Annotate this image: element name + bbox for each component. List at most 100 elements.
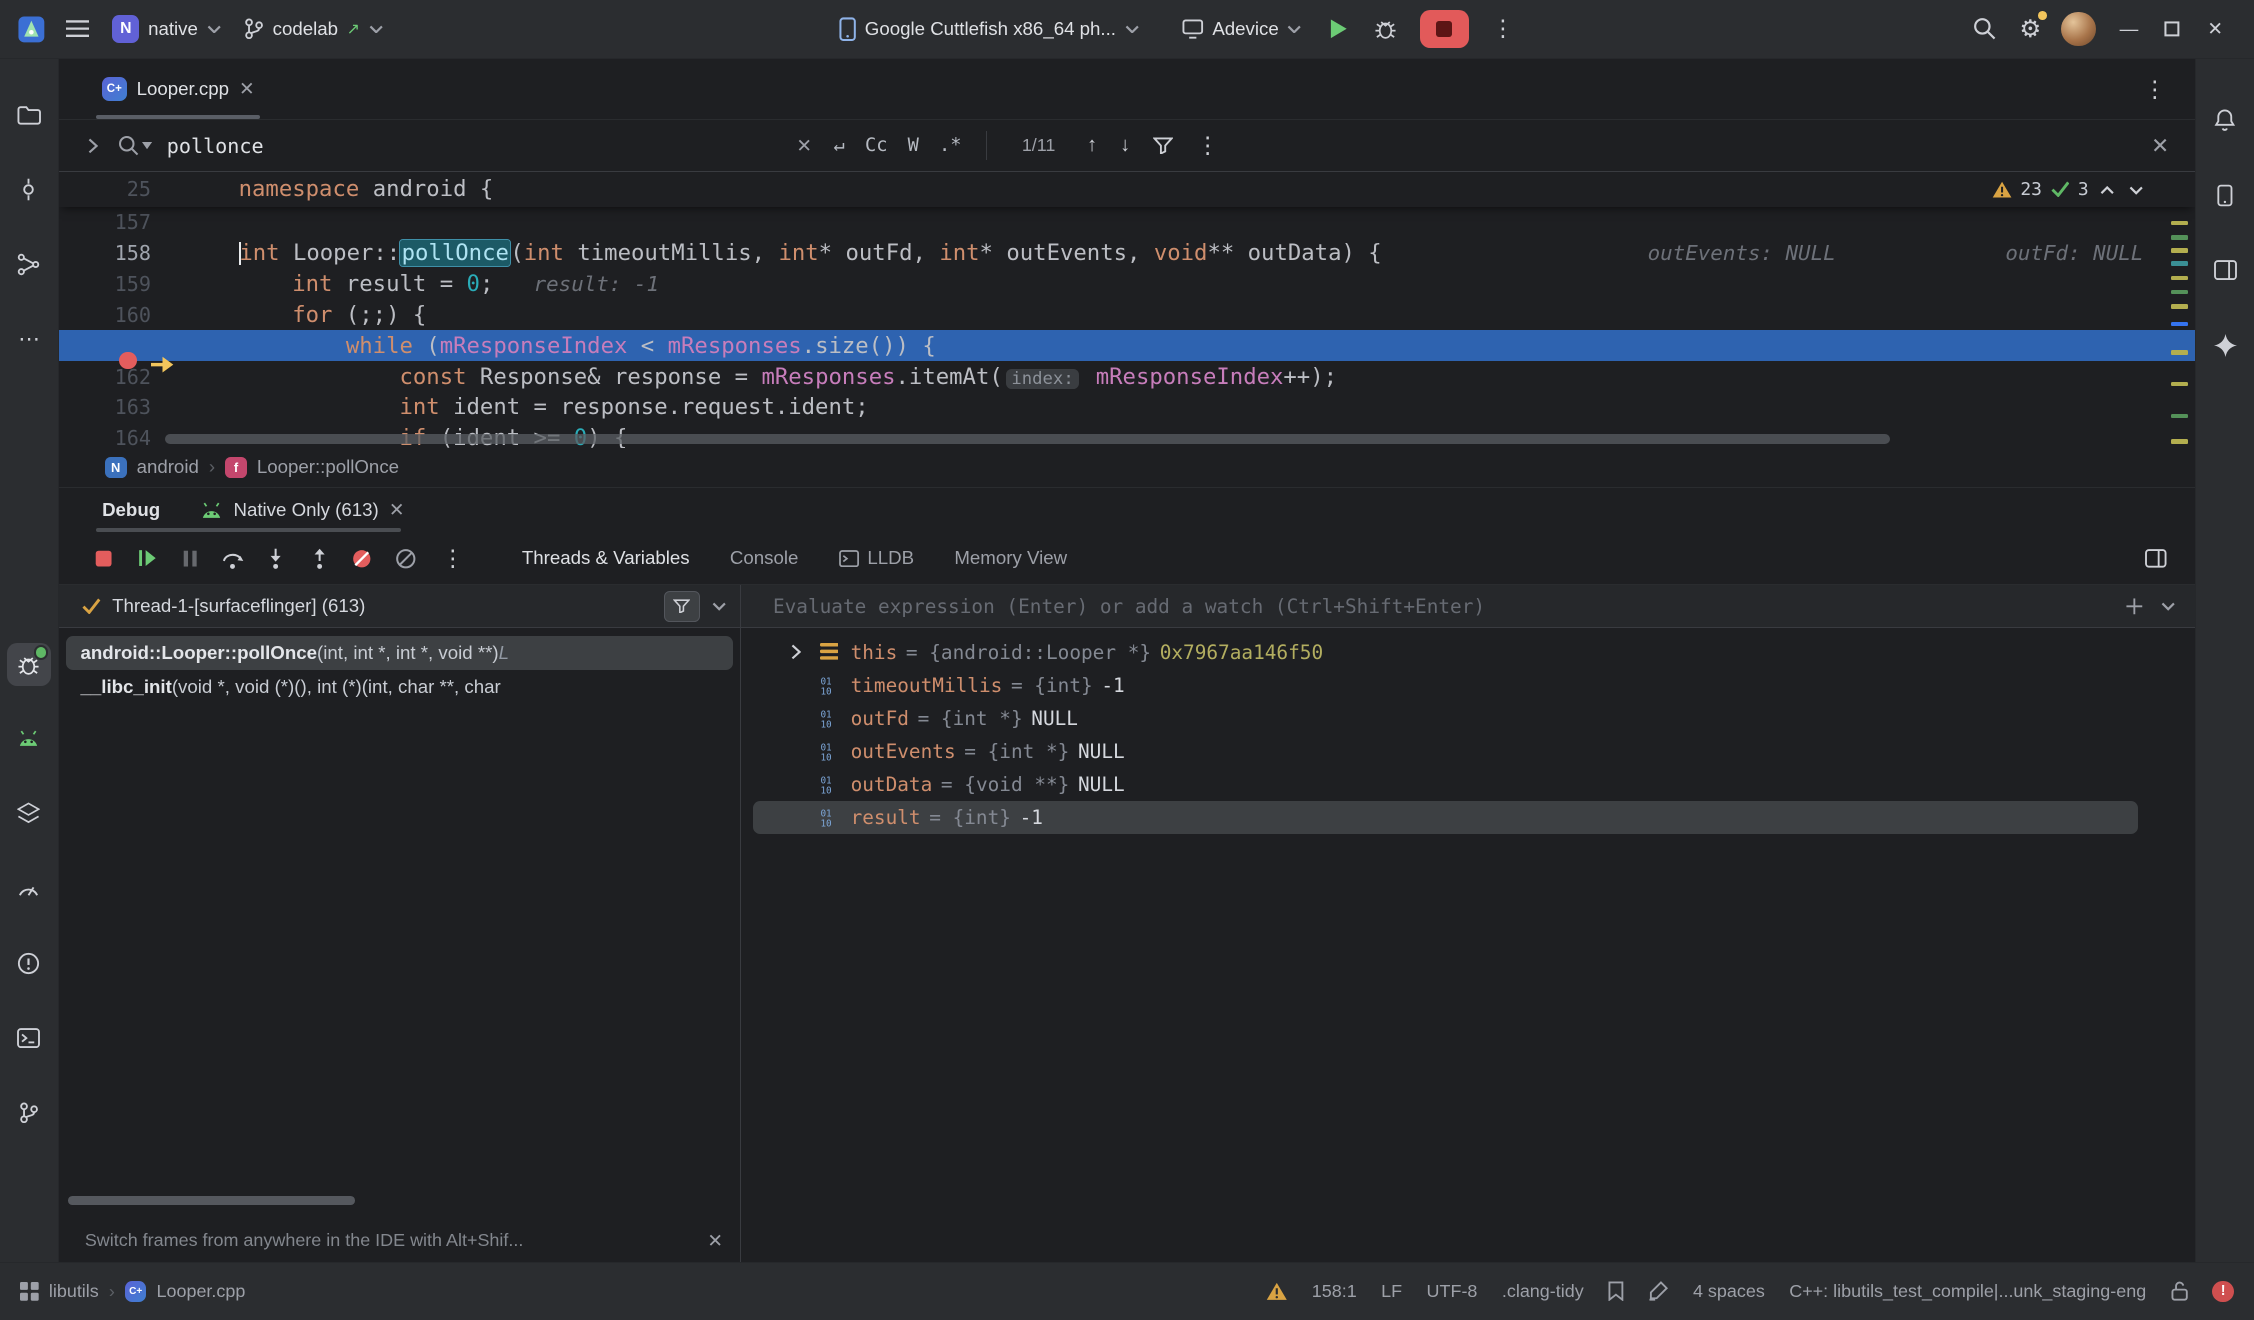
debug-session-tab[interactable]: Native Only (613) ✕ <box>200 499 404 521</box>
cursor-position[interactable]: 158:1 <box>1312 1281 1357 1302</box>
debug-button[interactable] <box>1362 17 1408 40</box>
code-line-162[interactable]: 162 const Response& response = mResponse… <box>59 361 2195 392</box>
profiler-tool-icon[interactable] <box>7 867 50 910</box>
debug-more-icon[interactable]: ⋮ <box>430 545 476 572</box>
previous-match-icon[interactable]: ↑ <box>1076 134 1109 157</box>
expand-chevron-icon[interactable] <box>784 644 807 660</box>
breadcrumb-namespace[interactable]: android <box>137 456 199 478</box>
add-watch-icon[interactable] <box>2125 597 2144 616</box>
search-options-icon[interactable]: ⋮ <box>1185 132 1231 159</box>
code-line-160[interactable]: 160 for (;;) { <box>59 299 2195 330</box>
stack-frame[interactable]: __libc_init(void *, void (*)(), int (*)(… <box>66 670 733 705</box>
newline-icon[interactable]: ↵ <box>824 135 855 156</box>
project-selector[interactable]: N native <box>112 15 221 42</box>
toolchain-resolve[interactable]: C++: libutils_test_compile|...unk_stagin… <box>1789 1281 2146 1302</box>
code-line-158[interactable]: 158 int Looper::pollOnce(int timeoutMill… <box>59 237 2195 268</box>
next-match-icon[interactable]: ↓ <box>1109 134 1142 157</box>
find-input[interactable]: pollonce <box>167 134 785 158</box>
editor-tab-looper[interactable]: C+ Looper.cpp ✕ <box>85 59 272 119</box>
problems-tool-icon[interactable] <box>7 942 50 985</box>
debug-tool-icon[interactable] <box>7 643 50 686</box>
variable-row[interactable]: 0110 outData = {void **} NULL <box>753 768 2138 801</box>
stack-frame[interactable]: android::Looper::pollOnce(int, int *, in… <box>66 636 733 671</box>
commit-tool-icon[interactable] <box>7 168 50 211</box>
variable-row[interactable]: 0110 timeoutMillis = {int} -1 <box>753 669 2138 702</box>
main-menu-icon[interactable] <box>55 20 101 37</box>
code-line-159[interactable]: 159 int result = 0;result: -1 <box>59 268 2195 299</box>
breadcrumb-function[interactable]: Looper::pollOnce <box>257 456 399 478</box>
running-devices-tool-icon[interactable] <box>7 717 50 760</box>
stop-process-icon[interactable] <box>85 540 122 577</box>
error-stripe[interactable] <box>2169 212 2189 448</box>
error-notification-badge[interactable]: ! <box>2212 1281 2234 1303</box>
code-line[interactable]: 157 <box>59 207 2195 238</box>
tab-memory-view[interactable]: Memory View <box>954 547 1067 569</box>
step-out-icon[interactable] <box>300 540 337 577</box>
status-file[interactable]: Looper.cpp <box>157 1281 246 1302</box>
indent-setting[interactable]: 4 spaces <box>1693 1281 1765 1302</box>
prev-problem-icon[interactable] <box>2097 179 2117 200</box>
next-problem-icon[interactable] <box>2126 179 2146 200</box>
regex-toggle[interactable]: .* <box>929 135 972 156</box>
device-selector[interactable]: Google Cuttlefish x86_64 ph... <box>839 17 1139 41</box>
match-case-toggle[interactable]: Cc <box>855 135 898 156</box>
filter-threads-button[interactable] <box>664 591 701 622</box>
maximize-button[interactable] <box>2151 9 2194 49</box>
variable-row-selected[interactable]: 0110 result = {int} -1 <box>753 801 2138 834</box>
variable-row[interactable]: 0110 outFd = {int *} NULL <box>753 702 2138 735</box>
run-button[interactable] <box>1313 18 1362 40</box>
file-encoding[interactable]: UTF-8 <box>1427 1281 1478 1302</box>
filter-search-icon[interactable] <box>1142 137 1185 154</box>
pause-icon[interactable] <box>171 540 208 577</box>
thread-selector[interactable]: Thread-1-[surfaceflinger] (613) <box>59 585 740 628</box>
mute-breakpoints-icon[interactable] <box>344 540 381 577</box>
terminal-tool-icon[interactable] <box>7 1016 50 1059</box>
evaluate-input[interactable]: Evaluate expression (Enter) or add a wat… <box>773 595 2107 618</box>
settings-button[interactable]: ⚙ <box>2011 14 2050 44</box>
gemini-star-icon[interactable] <box>2203 323 2246 366</box>
build-variants-tool-icon[interactable] <box>7 792 50 835</box>
tab-threads-variables[interactable]: Threads & Variables <box>522 547 690 569</box>
device-manager-icon[interactable] <box>2203 174 2246 217</box>
user-avatar[interactable] <box>2061 12 2096 47</box>
whole-words-toggle[interactable]: W <box>898 135 929 156</box>
step-into-icon[interactable] <box>257 540 294 577</box>
tab-options-icon[interactable]: ⋮ <box>2132 76 2178 103</box>
lock-open-icon[interactable] <box>2171 1281 2188 1301</box>
stop-button[interactable] <box>1420 10 1469 47</box>
notifications-bell-icon[interactable] <box>2203 99 2246 142</box>
vcs-branch-selector[interactable]: codelab ↗ <box>244 18 383 40</box>
inspection-widget[interactable]: 23 3 <box>1992 172 2147 207</box>
clear-search-icon[interactable]: ✕ <box>785 135 824 157</box>
execution-line-161[interactable]: while (mResponseIndex < mResponses.size(… <box>59 330 2195 361</box>
project-tool-icon[interactable] <box>7 93 50 136</box>
minimize-button[interactable]: — <box>2107 9 2150 49</box>
clang-tidy[interactable]: .clang-tidy <box>1502 1281 1584 1302</box>
tab-console[interactable]: Console <box>730 547 799 569</box>
chevron-down-icon[interactable] <box>2161 602 2175 611</box>
warning-icon[interactable] <box>1266 1282 1288 1301</box>
line-separator[interactable]: LF <box>1381 1281 1402 1302</box>
resume-icon[interactable] <box>128 540 165 577</box>
highlight-icon[interactable] <box>1648 1281 1668 1301</box>
editor-horizontal-scrollbar[interactable] <box>165 434 1890 444</box>
tab-lldb[interactable]: LLDB <box>839 547 914 569</box>
variable-row[interactable]: 0110 outEvents = {int *} NULL <box>753 735 2138 768</box>
expand-search-icon[interactable] <box>76 138 109 154</box>
tab-close-icon[interactable]: ✕ <box>239 78 255 100</box>
bookmark-icon[interactable] <box>1608 1281 1624 1301</box>
close-button[interactable]: ✕ <box>2194 9 2237 49</box>
step-over-icon[interactable] <box>214 540 251 577</box>
structure-tool-icon[interactable] <box>7 243 50 286</box>
chevron-down-icon[interactable] <box>712 602 726 611</box>
code-line-163[interactable]: 163 int ident = response.request.ident; <box>59 392 2195 423</box>
search-everywhere-icon[interactable] <box>1959 17 2011 40</box>
run-config-selector[interactable]: Adevice <box>1182 18 1302 40</box>
more-tools-icon[interactable]: ⋯ <box>7 318 50 361</box>
layout-settings-icon[interactable] <box>2138 540 2175 577</box>
sticky-line[interactable]: 25 namespace android { 23 3 <box>59 172 2195 207</box>
more-actions-icon[interactable]: ⋮ <box>1480 15 1526 42</box>
status-module[interactable]: libutils <box>49 1281 99 1302</box>
running-devices-icon[interactable] <box>2203 249 2246 292</box>
close-find-icon[interactable]: ✕ <box>2151 133 2178 159</box>
